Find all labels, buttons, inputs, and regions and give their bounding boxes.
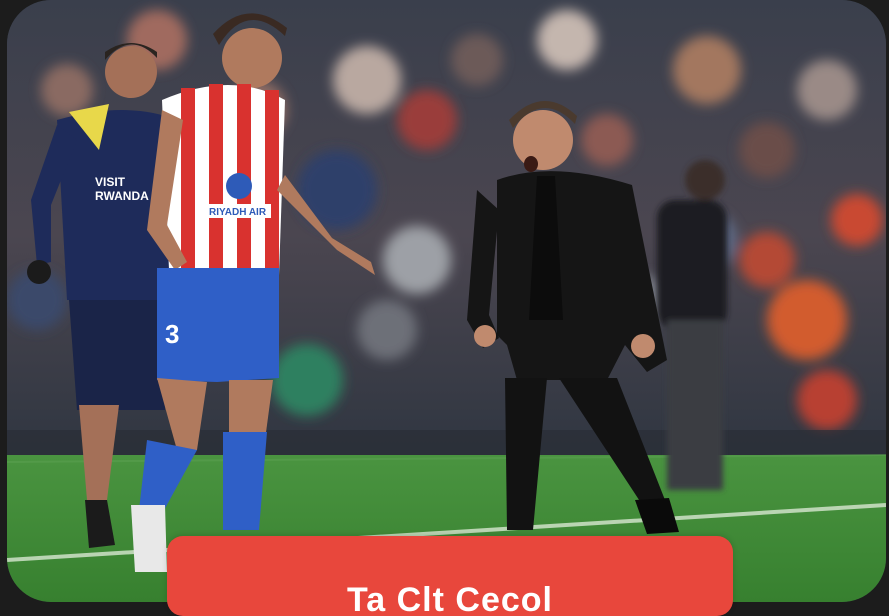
background-staff [657, 160, 727, 490]
trainer-shirt-text-2: RWANDA [95, 189, 149, 203]
screen-frame: VISIT RWANDA RIYADH AIR 3 Ta Clt Cecol [0, 0, 889, 616]
jersey-sponsor-text: RIYADH AIR [209, 207, 267, 218]
cta-button[interactable]: Ta Clt Cecol [167, 536, 733, 616]
hero-photo: VISIT RWANDA RIYADH AIR 3 [7, 0, 886, 602]
shorts-number: 3 [165, 319, 179, 349]
trainer-shirt-text: VISIT [95, 175, 126, 189]
